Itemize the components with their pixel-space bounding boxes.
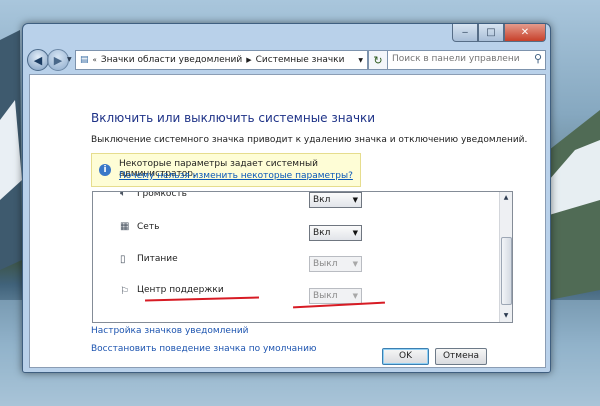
- configure-notification-icons-link[interactable]: Настройка значков уведомлений: [91, 326, 249, 336]
- chevron-right-icon: «: [92, 56, 97, 64]
- network-icon: ▦: [120, 221, 130, 232]
- list-item-label: Центр поддержки: [137, 285, 224, 295]
- page-title: Включить или выключить системные значки: [91, 111, 376, 125]
- flag-icon: ⚐: [120, 286, 129, 297]
- select-value: Выкл: [313, 259, 338, 269]
- maximize-button[interactable]: □: [478, 24, 504, 42]
- volume-select[interactable]: Вкл ▼: [309, 192, 362, 208]
- chevron-right-icon: ▶: [246, 56, 252, 64]
- refresh-icon: ↻: [373, 53, 383, 67]
- page-description: Выключение системного значка приводит к …: [91, 135, 528, 145]
- select-value: Выкл: [313, 291, 338, 301]
- scroll-down-icon[interactable]: ▼: [500, 310, 512, 322]
- back-button[interactable]: ◀: [27, 49, 49, 71]
- dropdown-arrow-icon: ▼: [352, 196, 358, 204]
- scroll-up-icon[interactable]: ▲: [500, 192, 512, 204]
- maximize-icon: □: [486, 27, 496, 38]
- power-select: Выкл ▼: [309, 256, 362, 272]
- breadcrumb-item[interactable]: Значки области уведомлений: [101, 55, 242, 65]
- content-pane: Включить или выключить системные значки …: [29, 74, 546, 368]
- refresh-button[interactable]: ↻: [368, 50, 388, 70]
- dropdown-arrow-icon: ▼: [352, 229, 358, 237]
- search-box[interactable]: ⚲: [387, 50, 546, 70]
- list-item-label: Питание: [137, 254, 178, 264]
- scrollbar-thumb[interactable]: [501, 237, 512, 305]
- ok-button[interactable]: OK: [382, 348, 429, 365]
- search-icon[interactable]: ⚲: [534, 52, 542, 65]
- arrow-left-icon: ◀: [33, 53, 43, 67]
- action-center-select: Выкл ▼: [309, 288, 362, 304]
- system-icons-list: 🔈︎ Громкость Вкл ▼ ▦ Сеть Вкл ▼ ▯ Питани…: [92, 191, 513, 323]
- vertical-scrollbar[interactable]: ▲ ▼: [499, 192, 512, 322]
- close-icon: ✕: [520, 27, 530, 38]
- network-select[interactable]: Вкл ▼: [309, 225, 362, 241]
- chevron-down-icon[interactable]: ▼: [358, 57, 363, 64]
- list-item-label: Сеть: [137, 222, 160, 232]
- arrow-right-icon: ▶: [53, 53, 63, 67]
- speaker-icon: 🔈︎: [120, 191, 126, 199]
- select-value: Вкл: [313, 228, 331, 238]
- cancel-button[interactable]: Отмена: [435, 348, 487, 365]
- address-bar[interactable]: ▤ « Значки области уведомлений ▶ Системн…: [75, 50, 368, 70]
- dropdown-arrow-icon: ▼: [352, 260, 358, 268]
- navigation-bar: ◀ ▶ ▼ ▤ « Значки области уведомлений ▶ С…: [23, 46, 550, 74]
- close-button[interactable]: ✕: [504, 24, 546, 42]
- why-cant-change-link[interactable]: Почему нельзя изменить некоторые парамет…: [119, 171, 353, 181]
- restore-default-behavior-link[interactable]: Восстановить поведение значка по умолчан…: [91, 344, 317, 354]
- list-item-label: Громкость: [137, 191, 187, 199]
- info-banner: i Некоторые параметры задает системный а…: [91, 153, 361, 187]
- select-value: Вкл: [313, 195, 331, 205]
- minimize-button[interactable]: ‒: [452, 24, 478, 42]
- red-underline-annotation: [144, 296, 260, 302]
- title-bar[interactable]: ‒ □ ✕: [23, 24, 550, 44]
- forward-button[interactable]: ▶: [47, 49, 69, 71]
- control-panel-window: ‒ □ ✕ ◀ ▶ ▼ ▤ « Значки области уведомлен…: [22, 23, 551, 373]
- search-input[interactable]: [388, 51, 524, 67]
- recent-pages-chevron-icon[interactable]: ▼: [67, 56, 72, 63]
- dropdown-arrow-icon: ▼: [352, 292, 358, 300]
- minimize-icon: ‒: [461, 27, 469, 38]
- control-panel-icon: ▤: [80, 55, 89, 65]
- breadcrumb-item[interactable]: Системные значки: [256, 55, 345, 65]
- battery-icon: ▯: [120, 254, 126, 265]
- info-icon: i: [99, 164, 111, 176]
